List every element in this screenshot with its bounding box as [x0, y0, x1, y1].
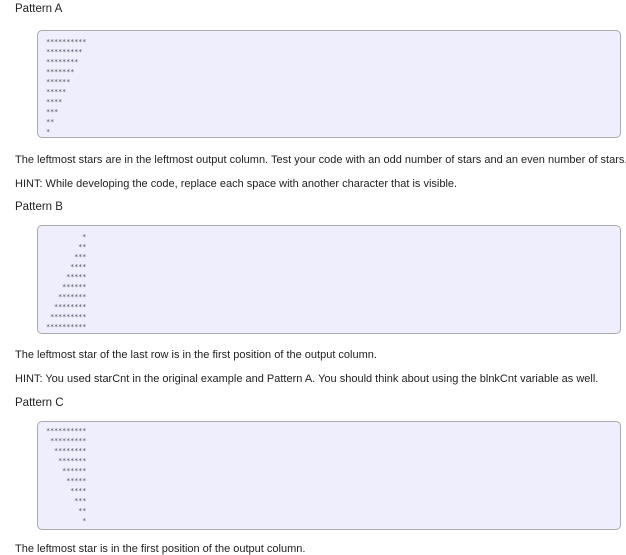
pattern-a-note: The leftmost stars are in the leftmost o…	[15, 154, 626, 166]
pattern-c-output: ********** ********* ******** ******* **…	[37, 421, 621, 530]
pattern-a-text: ********** ********* ******** ******* **…	[46, 38, 87, 136]
pattern-b-title: Pattern B	[15, 201, 63, 213]
pattern-b-note: The leftmost star of the last row is in …	[15, 349, 377, 361]
pattern-c-note: The leftmost star is in the first positi…	[15, 543, 306, 555]
pattern-b-output: * ** *** **** ***** ****** ******* *****…	[37, 225, 621, 334]
pattern-b-hint: HINT: You used starCnt in the original e…	[15, 373, 599, 385]
pattern-b-text: * ** *** **** ***** ****** ******* *****…	[46, 233, 87, 331]
pattern-a-title: Pattern A	[15, 3, 63, 15]
pattern-c-title: Pattern C	[15, 397, 64, 409]
pattern-c-text: ********** ********* ******** ******* **…	[46, 427, 87, 525]
pattern-a-hint: HINT: While developing the code, replace…	[15, 178, 458, 190]
pattern-a-output: ********** ********* ******** ******* **…	[37, 30, 621, 138]
